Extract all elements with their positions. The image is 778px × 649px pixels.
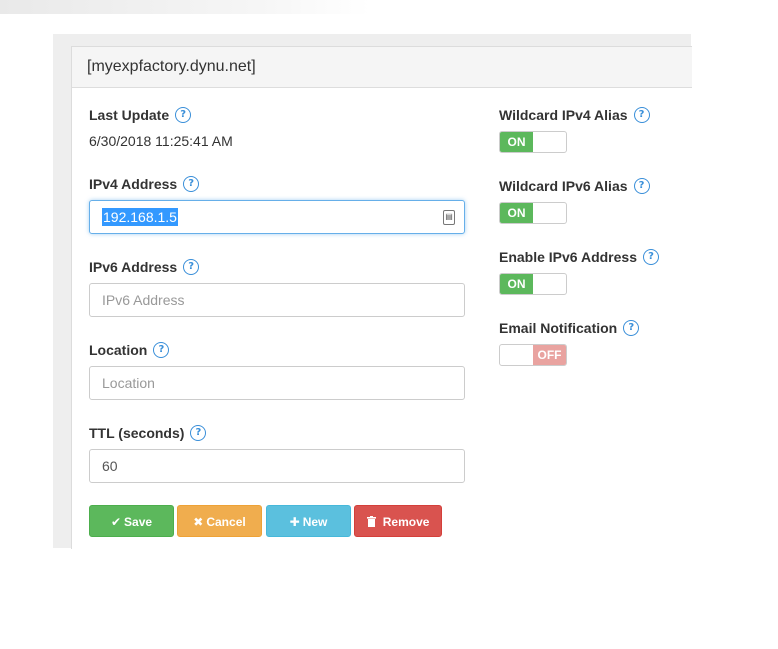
new-button-label: New [302,515,328,529]
help-icon[interactable]: ? [183,176,200,192]
id-card-icon[interactable]: ▤ [443,210,455,225]
ipv6-address-label-text: IPv6 Address [89,259,178,275]
location-label: Location ? [89,342,170,358]
cancel-button-label: Cancel [206,515,246,529]
email-notification-label: Email Notification ? [499,320,640,336]
panel-title: [myexpfactory.dynu.net] [87,58,256,75]
wildcard-ipv6-alias-label: Wildcard IPv6 Alias ? [499,178,650,194]
panel-heading: [myexpfactory.dynu.net] [72,47,692,88]
help-icon[interactable]: ? [175,107,192,123]
remove-button-label: Remove [382,515,430,529]
enable-ipv6-address-toggle[interactable]: ON [499,273,567,295]
toggle-state: ON [500,203,533,223]
email-notification-toggle[interactable]: OFF [499,344,567,366]
wildcard-ipv4-alias-toggle[interactable]: ON [499,131,567,153]
help-icon[interactable]: ? [623,320,640,336]
enable-ipv6-address-label-text: Enable IPv6 Address [499,249,637,265]
wildcard-ipv4-alias-label: Wildcard IPv4 Alias ? [499,107,650,123]
ipv4-address-value: 192.168.1.5 [102,208,178,226]
help-icon[interactable]: ? [642,249,659,265]
ipv4-address-label-text: IPv4 Address [89,176,178,192]
enable-ipv6-address-label: Enable IPv6 Address ? [499,249,659,265]
check-icon: ✔ [110,515,122,529]
trash-icon [366,515,380,529]
wildcard-ipv4-alias-label-text: Wildcard IPv4 Alias [499,107,628,123]
ttl-input[interactable]: 60 [89,449,465,483]
last-update-label: Last Update ? [89,107,192,123]
ttl-label-text: TTL (seconds) [89,425,185,441]
location-input[interactable]: Location [89,366,465,400]
last-update-value: 6/30/2018 11:25:41 AM [89,133,233,149]
location-label-text: Location [89,342,148,358]
plus-icon: ✚ [289,515,300,529]
cancel-button[interactable]: ✖ Cancel [177,505,262,537]
save-button-label: Save [124,515,153,529]
toggle-state: OFF [533,345,566,365]
help-icon[interactable]: ? [633,178,650,194]
toggle-state: ON [500,274,533,294]
email-notification-label-text: Email Notification [499,320,618,336]
save-button[interactable]: ✔ Save [89,505,174,537]
wildcard-ipv6-alias-label-text: Wildcard IPv6 Alias [499,178,628,194]
help-icon[interactable]: ? [633,107,650,123]
content-area: [myexpfactory.dynu.net] Last Update ? 6/… [53,34,692,549]
ttl-label: TTL (seconds) ? [89,425,207,441]
ipv6-address-input[interactable]: IPv6 Address [89,283,465,317]
wildcard-ipv6-alias-toggle[interactable]: ON [499,202,567,224]
ipv4-address-input[interactable]: 192.168.1.5 ▤ [89,200,465,234]
last-update-label-text: Last Update [89,107,170,123]
help-icon[interactable]: ? [153,342,170,358]
toggle-state: ON [500,132,533,152]
top-shadow [0,0,370,14]
dns-record-panel: [myexpfactory.dynu.net] Last Update ? 6/… [71,46,692,549]
remove-button[interactable]: Remove [354,505,442,537]
help-icon[interactable]: ? [190,425,207,441]
times-icon: ✖ [193,515,204,529]
help-icon[interactable]: ? [183,259,200,275]
ipv4-address-label: IPv4 Address ? [89,176,200,192]
new-button[interactable]: ✚ New [266,505,351,537]
ipv6-address-label: IPv6 Address ? [89,259,200,275]
